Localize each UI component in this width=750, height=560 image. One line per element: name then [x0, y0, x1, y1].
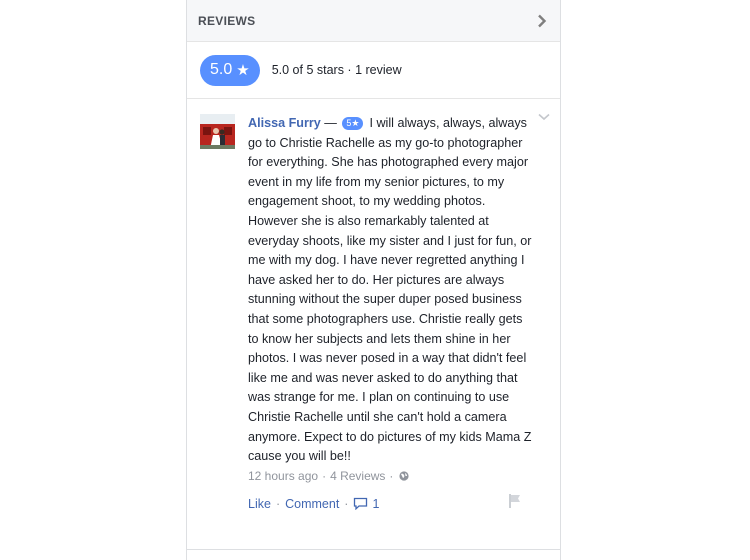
reviews-title: REVIEWS [198, 13, 256, 28]
rating-score-badge: 5.0 ★ [200, 54, 260, 86]
avatar-photo [200, 114, 235, 149]
like-button[interactable]: Like [248, 497, 271, 511]
meta-separator: · [322, 468, 327, 483]
review-text: I will always, always, always go to Chri… [248, 116, 532, 464]
review-actions: Like · Comment · 1 [248, 493, 523, 511]
reviews-header[interactable]: REVIEWS [187, 0, 560, 42]
review-author-link[interactable]: Alissa Furry [248, 116, 321, 130]
comment-count: 1 [372, 496, 380, 511]
meta-separator: · [389, 468, 394, 483]
author-separator: — [320, 116, 341, 130]
chevron-right-icon[interactable] [535, 14, 549, 28]
review-body: Alissa Furry — 5★ I will always, always, … [248, 114, 533, 467]
comment-count-link[interactable]: 1 [353, 497, 379, 511]
rating-summary: 5.0 ★ 5.0 of 5 stars · 1 review [187, 42, 560, 99]
reviews-card: REVIEWS 5.0 ★ 5.0 of 5 stars · 1 review [186, 0, 561, 560]
review-item: Alissa Furry — 5★ I will always, always, … [187, 99, 560, 511]
action-separator: · [275, 496, 281, 511]
rating-score: 5.0 [210, 61, 233, 78]
chevron-down-icon[interactable] [538, 113, 550, 121]
star-icon: ★ [236, 62, 250, 79]
comment-bubble-icon [354, 498, 368, 511]
flag-icon[interactable] [507, 493, 523, 509]
review-timestamp[interactable]: 12 hours ago [248, 469, 318, 483]
comment-button[interactable]: Comment [285, 497, 339, 511]
rating-summary-text: 5.0 of 5 stars · 1 review [271, 63, 402, 77]
action-separator: · [344, 496, 349, 511]
card-divider [187, 549, 560, 550]
review-count-link[interactable]: 4 Reviews [330, 469, 385, 483]
review-rating-badge: 5★ [342, 117, 364, 130]
review-meta: 12 hours ago · 4 Reviews · [248, 469, 560, 483]
avatar[interactable] [200, 114, 235, 149]
globe-icon [399, 471, 410, 481]
